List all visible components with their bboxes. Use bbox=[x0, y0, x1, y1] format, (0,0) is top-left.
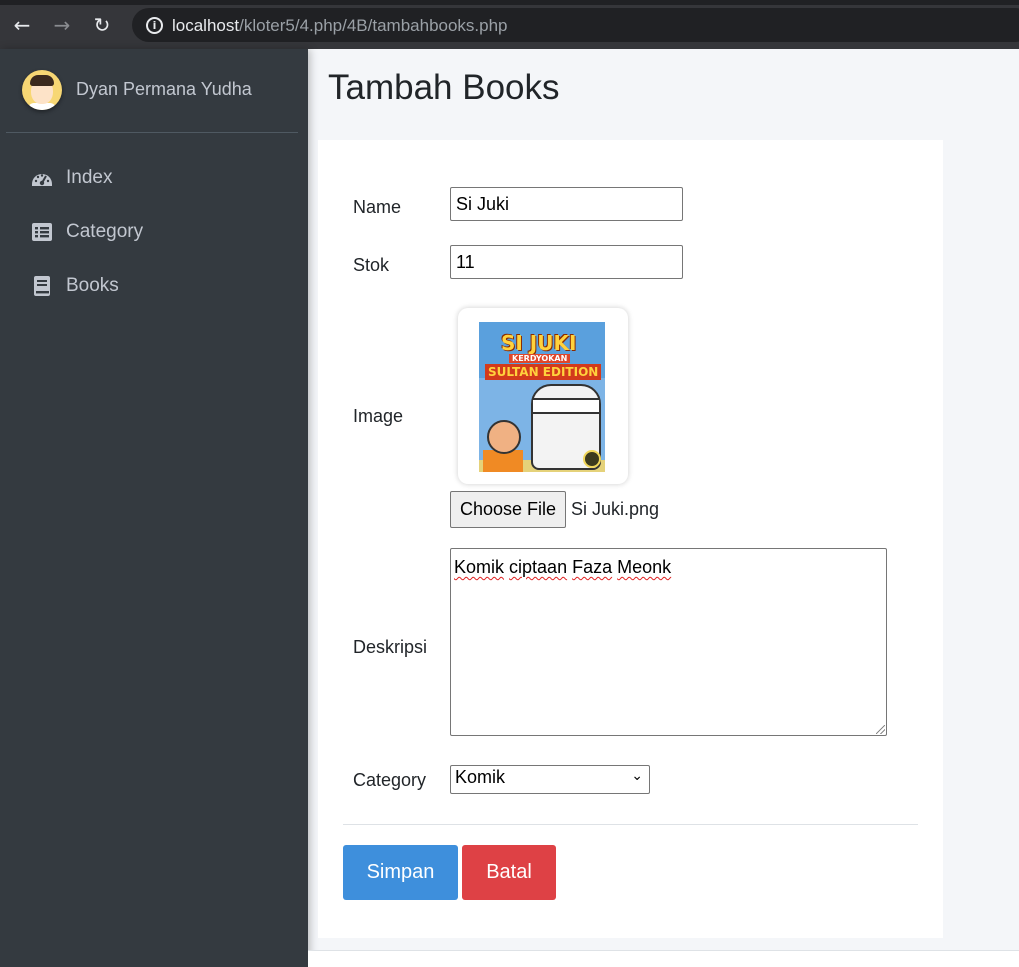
deskripsi-textarea[interactable]: Komik ciptaan Faza Meonk bbox=[450, 548, 887, 736]
category-label: Category bbox=[353, 770, 427, 790]
sidebar-item-books[interactable]: Books bbox=[22, 266, 292, 306]
page-title: Tambah Books bbox=[328, 68, 560, 107]
cover-subtitle: KERDYOKAN bbox=[509, 354, 571, 363]
chevron-down-icon: ⌄ bbox=[631, 768, 643, 784]
sidebar-item-label: Books bbox=[66, 275, 119, 296]
image-label: Image bbox=[353, 406, 404, 426]
divider bbox=[343, 824, 918, 825]
url-host: localhost bbox=[172, 16, 240, 35]
sidebar-item-label: Category bbox=[66, 221, 144, 242]
sidebar: Dyan Permana Yudha Index Category Books bbox=[0, 49, 308, 967]
forward-arrow-icon[interactable]: → bbox=[51, 14, 73, 36]
name-input[interactable] bbox=[450, 187, 683, 221]
sidebar-item-label: Index bbox=[66, 167, 113, 188]
stok-input[interactable] bbox=[450, 245, 683, 279]
choose-file-button[interactable]: Choose File bbox=[450, 491, 566, 528]
resize-handle[interactable] bbox=[876, 725, 885, 734]
reload-icon[interactable]: ↻ bbox=[91, 14, 113, 36]
browser-tab-strip bbox=[0, 0, 1019, 5]
deskripsi-label: Deskripsi bbox=[353, 637, 428, 657]
url-path: /kloter5/4.php/4B/tambahbooks.php bbox=[239, 16, 508, 35]
stok-label: Stok bbox=[353, 255, 390, 275]
user-name[interactable]: Dyan Permana Yudha bbox=[76, 79, 252, 100]
sidebar-item-category[interactable]: Category bbox=[22, 212, 292, 252]
back-arrow-icon[interactable]: ← bbox=[11, 14, 33, 36]
cover-edition: SULTAN EDITION bbox=[485, 364, 602, 380]
dashboard-icon bbox=[32, 174, 52, 186]
save-button[interactable]: Simpan bbox=[343, 845, 458, 900]
sidebar-item-index[interactable]: Index bbox=[22, 158, 292, 198]
info-icon[interactable]: i bbox=[146, 17, 163, 34]
avatar bbox=[22, 70, 62, 110]
list-icon bbox=[32, 223, 52, 241]
user-panel[interactable]: Dyan Permana Yudha bbox=[6, 49, 298, 133]
form-card: Name Stok Image SI JUKI KERDYOKAN SULTAN… bbox=[318, 140, 943, 938]
book-cover-image: SI JUKI KERDYOKAN SULTAN EDITION bbox=[479, 322, 605, 472]
category-selected-value: Komik bbox=[455, 767, 506, 787]
address-bar[interactable]: i localhost/kloter5/4.php/4B/tambahbooks… bbox=[132, 8, 1019, 42]
image-preview: SI JUKI KERDYOKAN SULTAN EDITION bbox=[458, 308, 628, 484]
book-icon bbox=[34, 276, 50, 296]
url-text[interactable]: localhost/kloter5/4.php/4B/tambahbooks.p… bbox=[172, 16, 508, 36]
cover-title: SI JUKI bbox=[501, 331, 577, 355]
selected-file-name: Si Juki.png bbox=[571, 499, 660, 519]
browser-toolbar: ← → ↻ i localhost/kloter5/4.php/4B/tamba… bbox=[0, 0, 1019, 49]
category-select[interactable]: Komik ⌄ bbox=[450, 765, 650, 794]
footer bbox=[308, 951, 1019, 967]
cancel-button[interactable]: Batal bbox=[462, 845, 556, 900]
name-label: Name bbox=[353, 197, 402, 217]
